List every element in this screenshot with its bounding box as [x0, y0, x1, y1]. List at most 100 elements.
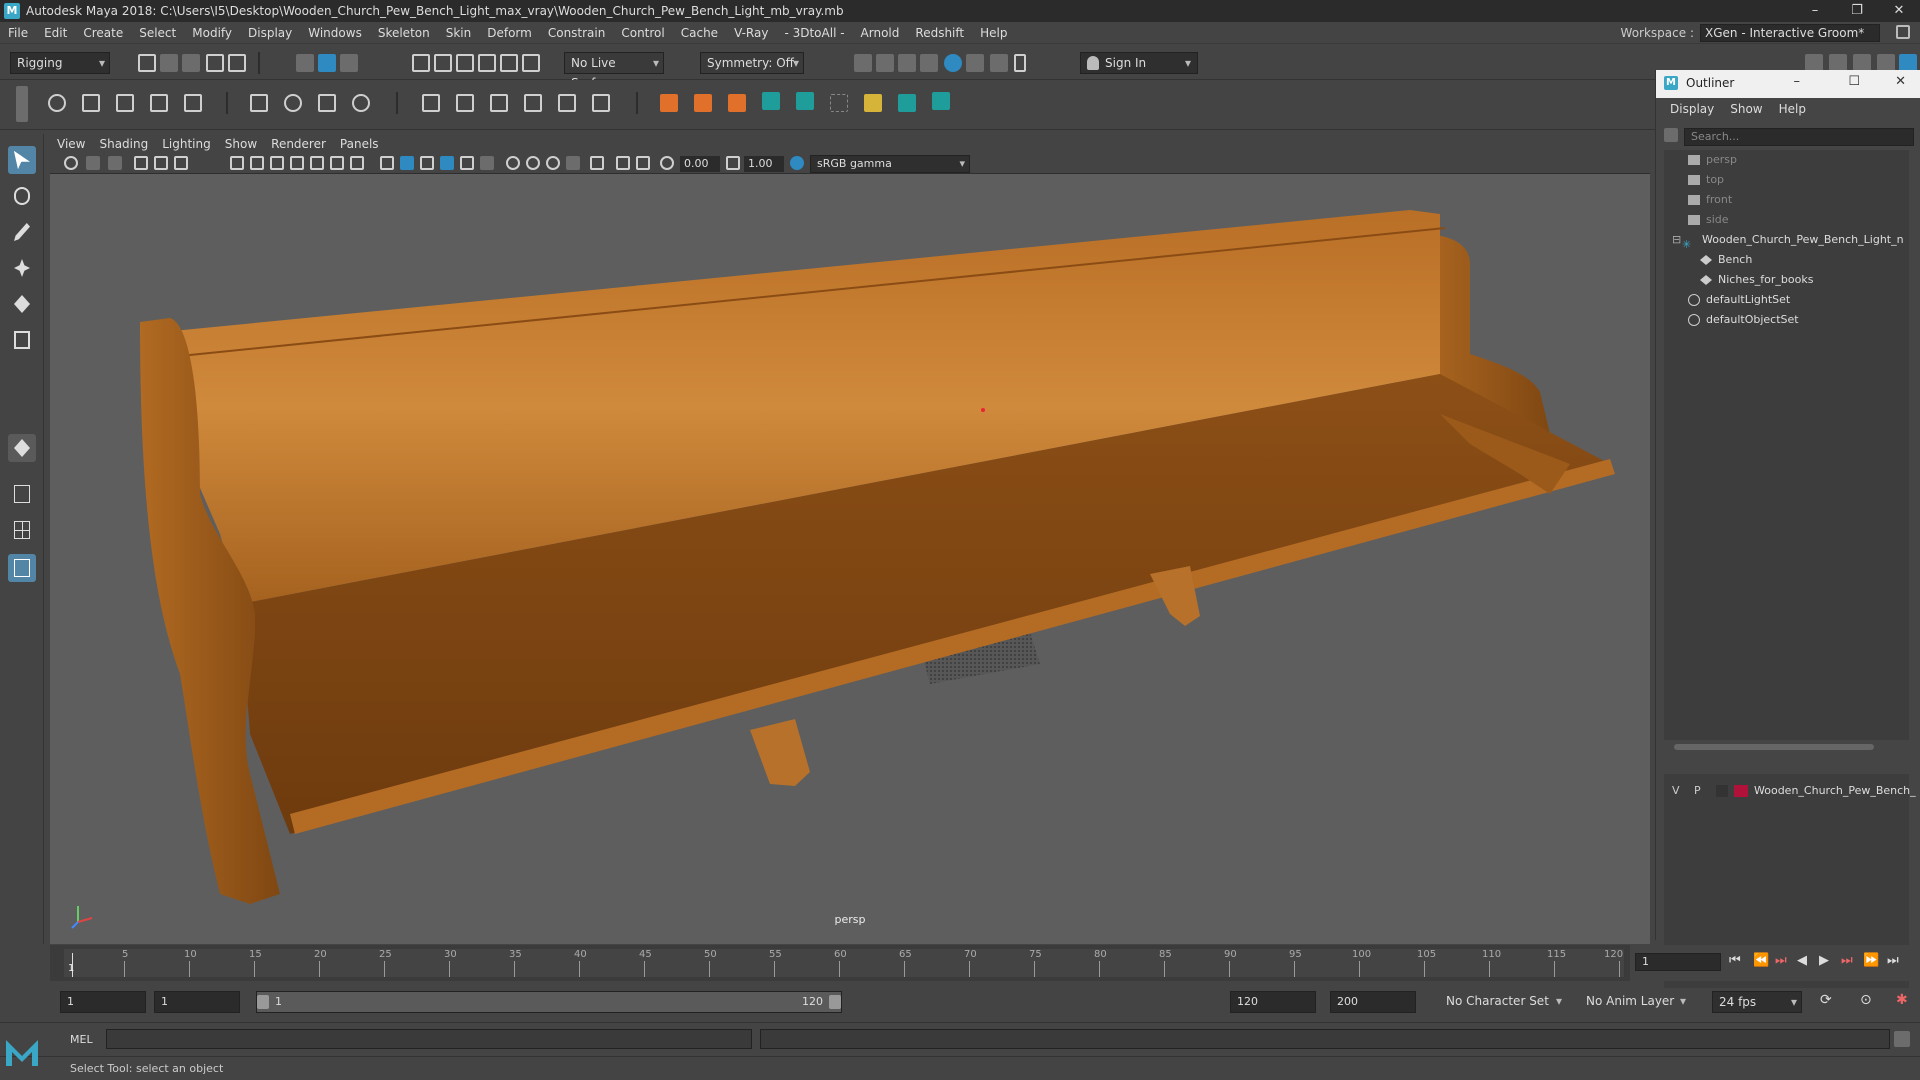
- menu-skeleton[interactable]: Skeleton: [370, 26, 438, 40]
- camera-attributes-icon[interactable]: [86, 156, 100, 170]
- outliner-item-niches[interactable]: Niches_for_books: [1700, 270, 1813, 290]
- 2d-pan-zoom-icon[interactable]: [154, 156, 168, 170]
- time-ruler[interactable]: 1 5 10 15 20 25 30 35 40 45 50 55 60 65 …: [64, 949, 1624, 977]
- menu-file[interactable]: File: [0, 26, 36, 40]
- redo-icon[interactable]: [228, 54, 246, 72]
- wireframe-on-shaded-icon[interactable]: [420, 156, 434, 170]
- insert-joint-icon[interactable]: [150, 94, 168, 112]
- quick-rig-icon[interactable]: [796, 92, 814, 110]
- safe-title-icon[interactable]: [350, 156, 364, 170]
- image-plane-icon[interactable]: [134, 156, 148, 170]
- menu-select[interactable]: Select: [131, 26, 184, 40]
- motion-blur-icon[interactable]: [526, 156, 540, 170]
- select-object-icon[interactable]: [318, 54, 336, 72]
- panel-menu-show[interactable]: Show: [218, 137, 264, 151]
- sign-in-dropdown[interactable]: Sign In: [1080, 52, 1198, 74]
- menu-cache[interactable]: Cache: [673, 26, 726, 40]
- snap-view-icon[interactable]: [478, 54, 496, 72]
- animation-start-field[interactable]: 1: [60, 991, 146, 1013]
- close-button[interactable]: ✕: [1878, 0, 1920, 22]
- paint-select-tool-button[interactable]: [8, 218, 36, 246]
- resolution-gate-icon[interactable]: [270, 156, 284, 170]
- outliner-item-side[interactable]: side: [1688, 210, 1729, 230]
- move-tool-button[interactable]: [8, 254, 36, 282]
- locator-icon[interactable]: [660, 94, 678, 112]
- four-view-layout-button[interactable]: [8, 516, 36, 544]
- layer-type-toggle[interactable]: [1716, 785, 1728, 797]
- snap-grid-icon[interactable]: [412, 54, 430, 72]
- display-layer-row[interactable]: V P Wooden_Church_Pew_Bench_: [1664, 782, 1916, 800]
- soft-select-button[interactable]: [8, 434, 36, 462]
- range-start-handle[interactable]: [257, 995, 269, 1009]
- step-back-key-button[interactable]: ⏭: [1775, 953, 1787, 968]
- ipr-render-icon[interactable]: [898, 54, 916, 72]
- current-frame-field[interactable]: 1: [1635, 953, 1721, 971]
- menu-edit[interactable]: Edit: [36, 26, 75, 40]
- render-sequence-icon[interactable]: [876, 54, 894, 72]
- loop-icon[interactable]: ⟳: [1820, 992, 1832, 1008]
- select-camera-icon[interactable]: [64, 156, 78, 170]
- panel-menu-view[interactable]: View: [50, 137, 92, 151]
- step-forward-frame-button[interactable]: ⏩: [1863, 953, 1879, 968]
- pole-vector-icon[interactable]: [592, 94, 610, 112]
- render-settings-icon[interactable]: [920, 54, 938, 72]
- bookmarks-icon[interactable]: [108, 156, 122, 170]
- layer-playback-toggle[interactable]: P: [1694, 782, 1701, 800]
- grid-icon[interactable]: [230, 156, 244, 170]
- depth-of-field-icon[interactable]: [566, 156, 580, 170]
- paint-weights-icon[interactable]: [284, 94, 302, 112]
- lasso-tool-button[interactable]: [8, 182, 36, 210]
- scale-constraint-icon[interactable]: [524, 94, 542, 112]
- shape-editor-icon[interactable]: [864, 94, 882, 112]
- ik-spline-icon[interactable]: [116, 94, 134, 112]
- command-input[interactable]: [106, 1029, 752, 1049]
- panel-menu-lighting[interactable]: Lighting: [155, 137, 218, 151]
- outliner-item-persp[interactable]: persp: [1688, 150, 1737, 170]
- grease-pencil-icon[interactable]: [174, 156, 188, 170]
- outliner-minimize-button[interactable]: –: [1794, 74, 1801, 89]
- new-scene-icon[interactable]: [138, 54, 156, 72]
- animation-end-field[interactable]: 200: [1330, 991, 1416, 1013]
- menu-constrain[interactable]: Constrain: [540, 26, 614, 40]
- menu-skin[interactable]: Skin: [438, 26, 480, 40]
- scale-tool-button[interactable]: [8, 326, 36, 354]
- go-to-end-button[interactable]: ⏭: [1887, 953, 1899, 968]
- render-frame-icon[interactable]: [854, 54, 872, 72]
- restore-button[interactable]: ❐: [1836, 0, 1878, 22]
- layer-visibility-toggle[interactable]: V: [1672, 782, 1680, 800]
- playback-start-field[interactable]: 1: [154, 991, 240, 1013]
- script-editor-icon[interactable]: [1894, 1031, 1910, 1047]
- lattice-icon[interactable]: [318, 94, 336, 112]
- step-forward-key-button[interactable]: ⏭: [1841, 953, 1853, 968]
- select-tool-button[interactable]: [8, 146, 36, 174]
- time-slider[interactable]: 1 5 10 15 20 25 30 35 40 45 50 55 60 65 …: [50, 945, 1630, 981]
- single-perspective-layout-button[interactable]: [8, 480, 36, 508]
- smooth-shade-icon[interactable]: [400, 156, 414, 170]
- snap-surface-icon[interactable]: [500, 54, 518, 72]
- menu-control[interactable]: Control: [613, 26, 672, 40]
- minimize-button[interactable]: –: [1794, 0, 1836, 22]
- bind-skin-icon[interactable]: [250, 94, 268, 112]
- snap-vertex-icon[interactable]: [522, 54, 540, 72]
- joint-locator-icon[interactable]: [694, 94, 712, 112]
- orient-constraint-icon[interactable]: [490, 94, 508, 112]
- menu-redshift[interactable]: Redshift: [907, 26, 972, 40]
- snap-curve-icon[interactable]: [434, 54, 452, 72]
- outliner-item-front[interactable]: front: [1688, 190, 1732, 210]
- isolate-select-icon[interactable]: [590, 156, 604, 170]
- outliner-horizontal-scrollbar[interactable]: [1664, 742, 1909, 752]
- menu-deform[interactable]: Deform: [479, 26, 540, 40]
- gamma-icon[interactable]: [726, 156, 740, 170]
- menu-vray[interactable]: V-Ray: [726, 26, 776, 40]
- menu-create[interactable]: Create: [75, 26, 131, 40]
- snap-point-icon[interactable]: [456, 54, 474, 72]
- step-back-frame-button[interactable]: ⏪: [1753, 953, 1769, 968]
- vray-frame-buffer-icon[interactable]: [990, 54, 1008, 72]
- go-to-start-button[interactable]: ⏮: [1729, 953, 1741, 968]
- menu-help[interactable]: Help: [972, 26, 1015, 40]
- outliner-item-bench[interactable]: Bench: [1700, 250, 1752, 270]
- safe-action-icon[interactable]: [330, 156, 344, 170]
- select-component-icon[interactable]: [340, 54, 358, 72]
- create-joints-icon[interactable]: [48, 94, 66, 112]
- character-set-dropdown[interactable]: No Character Set: [1440, 991, 1566, 1013]
